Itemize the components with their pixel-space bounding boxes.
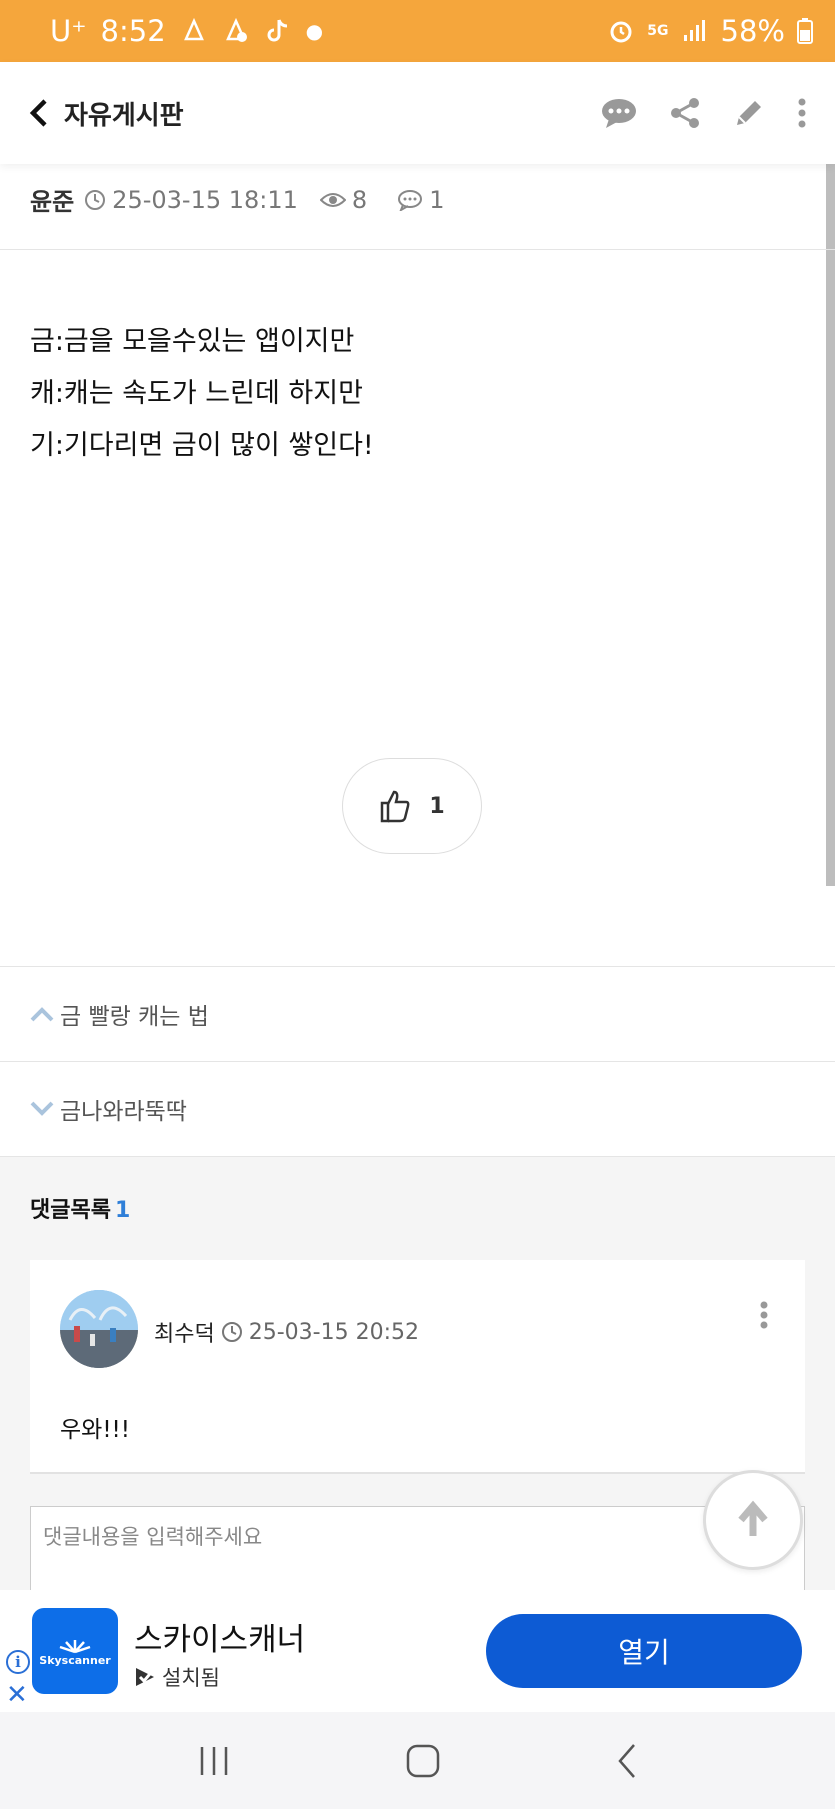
post-line: 금:금을 모을수있는 앱이지만 xyxy=(30,326,355,357)
notification-app-icon xyxy=(183,17,204,41)
comments-title-label: 댓글목록 xyxy=(30,1198,111,1223)
edit-icon[interactable] xyxy=(733,97,765,129)
status-time: 8:52 xyxy=(100,14,166,48)
comment-count: 1 xyxy=(429,185,445,214)
ad-info-icon[interactable]: i xyxy=(6,1650,30,1674)
scrollbar[interactable] xyxy=(826,140,835,886)
like-button[interactable]: 1 xyxy=(342,758,482,854)
ad-app-name: 스카이스캐너 xyxy=(134,1622,306,1658)
arrow-up-icon xyxy=(738,1500,768,1536)
signal-icon xyxy=(683,20,705,41)
back-icon[interactable] xyxy=(616,1743,638,1779)
ad-close-icon[interactable]: ✕ xyxy=(6,1682,28,1708)
clock-icon xyxy=(221,1322,242,1342)
app-header: 자유게시판 xyxy=(0,62,835,164)
scroll-top-button[interactable] xyxy=(703,1470,803,1570)
page-title: 자유게시판 xyxy=(64,100,184,131)
next-post-link[interactable]: 금나와라뚝딱 xyxy=(0,1062,835,1156)
comments-count: 1 xyxy=(114,1198,131,1223)
ad-logo-text: Skyscanner xyxy=(39,1653,111,1667)
avatar-photo xyxy=(60,1290,138,1368)
divider xyxy=(0,249,835,250)
prev-post-link[interactable]: 금 빨랑 캐는 법 xyxy=(0,967,835,1061)
comment-item: 최수덕 25-03-15 20:52 우와!!! xyxy=(30,1260,805,1474)
comment-text: 우와!!! xyxy=(60,1417,130,1443)
ad-banner[interactable]: i ✕ Skyscanner 스카이스캐너 설치됨 열기 xyxy=(0,1590,835,1712)
post-body: 금:금을 모을수있는 앱이지만 캐:캐는 속도가 느린데 하지만 기:기다리면 … xyxy=(30,316,374,472)
avatar[interactable] xyxy=(60,1290,138,1368)
network-type: 5G xyxy=(647,23,669,39)
battery-icon xyxy=(797,18,813,44)
comment-meta: 최수덕 25-03-15 20:52 xyxy=(154,1316,419,1348)
thumbs-up-icon xyxy=(381,790,410,823)
post-line: 캐:캐는 속도가 느린데 하지만 xyxy=(30,378,363,409)
chevron-left-icon[interactable] xyxy=(28,98,50,128)
comment-author: 최수덕 xyxy=(154,1322,215,1347)
recent-apps-icon[interactable] xyxy=(197,1745,231,1777)
chat-icon[interactable] xyxy=(601,97,637,129)
skyscanner-logo: Skyscanner xyxy=(32,1608,118,1694)
ad-open-button[interactable]: 열기 xyxy=(486,1614,802,1688)
system-nav-bar xyxy=(0,1712,835,1809)
chevron-down-icon xyxy=(30,1101,54,1116)
status-bar: U⁺ 8:52 ● 5G 58% xyxy=(0,0,835,62)
share-icon[interactable] xyxy=(669,97,701,129)
prev-post-title: 금 빨랑 캐는 법 xyxy=(60,1004,209,1030)
tiktok-icon xyxy=(267,19,287,42)
clock-icon xyxy=(85,189,106,210)
post-date: 25-03-15 18:11 xyxy=(112,185,298,214)
sunrise-icon xyxy=(59,1639,91,1653)
comment-icon xyxy=(398,189,423,211)
battery-percent: 58% xyxy=(720,14,785,48)
notification-app-icon xyxy=(225,17,247,42)
post-line: 기:기다리면 금이 많이 쌓인다! xyxy=(30,430,374,461)
comments-title: 댓글목록 1 xyxy=(30,1192,130,1224)
post-meta: 윤준 25-03-15 18:11 8 1 xyxy=(30,182,444,217)
more-vertical-icon[interactable] xyxy=(759,1300,769,1330)
more-notifications-dot-icon: ● xyxy=(305,19,324,43)
post-author: 윤준 xyxy=(30,188,75,216)
more-vertical-icon[interactable] xyxy=(797,97,807,129)
next-post-title: 금나와라뚝딱 xyxy=(60,1099,187,1125)
alarm-icon xyxy=(610,21,632,43)
installed-check-icon xyxy=(136,1668,156,1686)
ad-status: 설치됨 xyxy=(134,1662,220,1692)
home-icon[interactable] xyxy=(405,1743,441,1779)
carrier-label: U⁺ xyxy=(50,14,87,48)
like-count: 1 xyxy=(429,793,445,819)
view-count: 8 xyxy=(351,185,368,214)
comment-date: 25-03-15 20:52 xyxy=(248,1319,419,1345)
ad-status-label: 설치됨 xyxy=(162,1666,220,1690)
chevron-up-icon xyxy=(30,1007,54,1022)
eye-icon xyxy=(319,192,346,207)
